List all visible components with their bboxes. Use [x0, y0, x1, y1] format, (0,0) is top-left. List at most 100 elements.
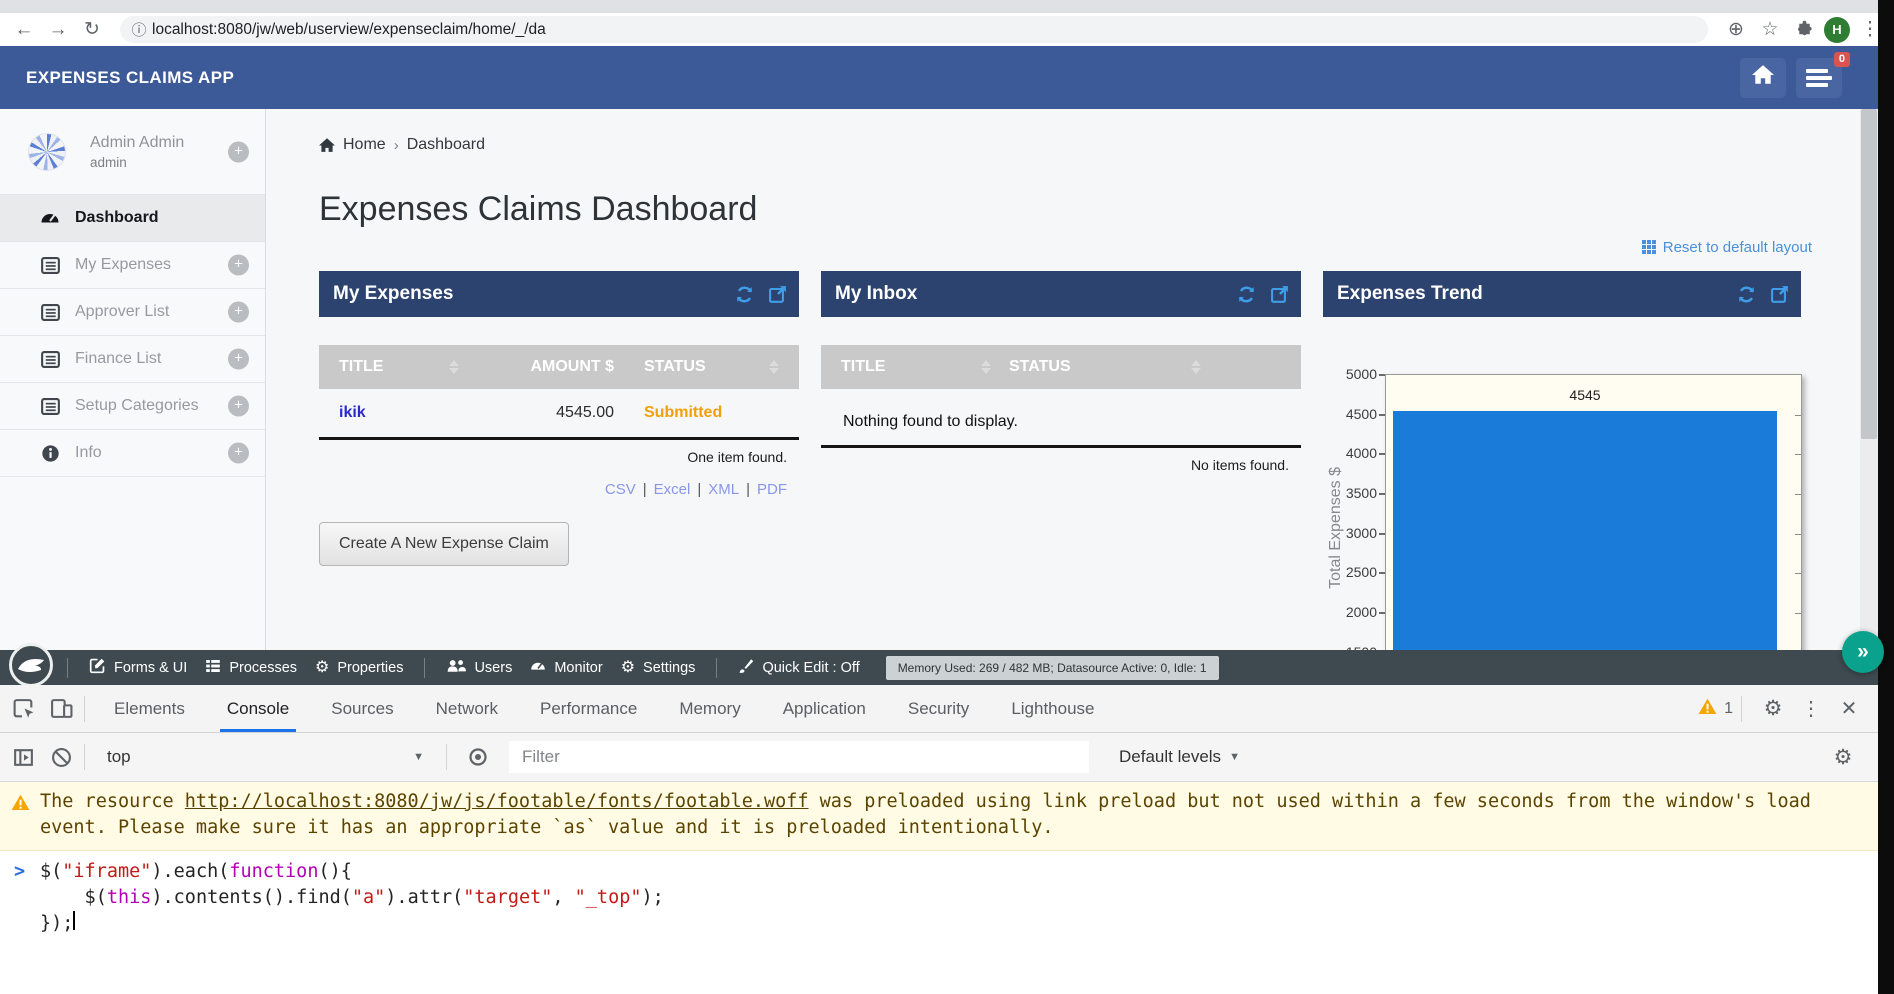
text-cursor: [73, 911, 75, 930]
plus-circle-icon[interactable]: +: [228, 396, 249, 417]
plus-circle-icon[interactable]: +: [228, 349, 249, 370]
col-amount[interactable]: AMOUNT $: [459, 358, 614, 376]
sort-icon[interactable]: [449, 360, 459, 374]
warning-resource-link[interactable]: http://localhost:8080/jw/js/footable/fon…: [185, 791, 809, 812]
open-external-icon[interactable]: [1270, 285, 1289, 304]
toolbar-forms-ui[interactable]: Forms & UI: [89, 657, 187, 678]
chevron-down-icon: ▼: [413, 751, 424, 763]
console-filter-input[interactable]: [509, 741, 1089, 773]
gear-icon: ⚙: [315, 660, 329, 676]
th-list-icon: [205, 658, 221, 678]
app-inbox-button[interactable]: 0: [1796, 58, 1842, 98]
sidebar-item-approver-list[interactable]: Approver List +: [0, 289, 265, 336]
export-pdf-link[interactable]: PDF: [757, 481, 787, 498]
toolbar-monitor[interactable]: Monitor: [530, 658, 602, 678]
page-scrollbar[interactable]: [1860, 109, 1878, 650]
clear-console-icon[interactable]: [46, 742, 76, 772]
sort-icon[interactable]: [1191, 360, 1201, 374]
log-levels-dropdown[interactable]: Default levels ▼: [1119, 747, 1240, 767]
toolbar-properties[interactable]: ⚙ Properties: [315, 660, 403, 676]
plus-circle-icon[interactable]: +: [228, 443, 249, 464]
reload-icon[interactable]: ↻: [78, 16, 106, 44]
col-status[interactable]: STATUS: [1009, 358, 1071, 376]
back-icon[interactable]: ←: [10, 16, 38, 44]
export-xml-link[interactable]: XML: [708, 481, 739, 498]
tab-console[interactable]: Console: [206, 685, 310, 732]
url-text[interactable]: localhost:8080/jw/web/userview/expensecl…: [152, 21, 546, 39]
zoom-icon[interactable]: ⊕: [1722, 16, 1750, 44]
console-input[interactable]: > $("iframe").each(function(){ $(this).c…: [0, 851, 1878, 937]
main-content: Home › Dashboard Expenses Claims Dashboa…: [266, 109, 1878, 650]
devtools-settings-icon[interactable]: ⚙: [1758, 694, 1788, 724]
export-excel-link[interactable]: Excel: [654, 481, 691, 498]
plus-circle-icon[interactable]: +: [228, 302, 249, 323]
expenses-trend-chart: Total Expenses $ 5000 4500 4000 3500 300…: [1323, 317, 1801, 650]
device-toolbar-icon[interactable]: [46, 694, 76, 724]
toolbar-users[interactable]: Users: [446, 658, 512, 677]
devtools-close-icon[interactable]: ✕: [1834, 694, 1864, 724]
open-external-icon[interactable]: [1770, 285, 1789, 304]
forward-icon[interactable]: →: [44, 16, 72, 44]
divider: [446, 744, 447, 770]
live-expression-eye-icon[interactable]: [463, 742, 493, 772]
reset-layout-link[interactable]: Reset to default layout: [319, 237, 1812, 257]
panel-title: My Inbox: [835, 283, 917, 305]
bookmark-star-icon[interactable]: ☆: [1756, 16, 1784, 44]
refresh-icon[interactable]: [735, 285, 754, 304]
toolbar-quick-edit[interactable]: Quick Edit : Off: [738, 658, 859, 678]
tab-sources[interactable]: Sources: [310, 685, 414, 732]
sort-icon[interactable]: [769, 360, 779, 374]
console-sidebar-icon[interactable]: [8, 742, 38, 772]
address-bar[interactable]: ⓘ localhost:8080/jw/web/userview/expense…: [120, 16, 1708, 43]
joget-logo-icon[interactable]: [8, 642, 54, 688]
scrollbar-thumb[interactable]: [1861, 109, 1877, 439]
expand-toolbar-button[interactable]: »: [1842, 631, 1884, 673]
create-expense-claim-button[interactable]: Create A New Expense Claim: [319, 522, 569, 566]
tab-network[interactable]: Network: [415, 685, 519, 732]
sidebar-profile[interactable]: Admin Admin admin +: [0, 109, 265, 195]
tick-mark: [1795, 613, 1801, 614]
tab-performance[interactable]: Performance: [519, 685, 658, 732]
sidebar-item-my-expenses[interactable]: My Expenses +: [0, 242, 265, 289]
col-title[interactable]: TITLE: [841, 358, 885, 376]
col-title[interactable]: TITLE: [339, 358, 383, 376]
sidebar-item-setup-categories[interactable]: Setup Categories +: [0, 383, 265, 430]
sidebar-item-finance-list[interactable]: Finance List +: [0, 336, 265, 383]
sidebar-item-dashboard[interactable]: Dashboard: [0, 195, 265, 242]
tab-memory[interactable]: Memory: [658, 685, 761, 732]
app-home-button[interactable]: [1740, 58, 1786, 98]
plus-circle-icon[interactable]: +: [228, 141, 249, 162]
devtools-menu-icon[interactable]: ⋮: [1796, 694, 1826, 724]
tab-lighthouse[interactable]: Lighthouse: [990, 685, 1115, 732]
breadcrumb: Home › Dashboard: [319, 136, 1812, 154]
y-tick: 5000: [1329, 366, 1377, 382]
tab-elements[interactable]: Elements: [93, 685, 206, 732]
tab-security[interactable]: Security: [887, 685, 990, 732]
expense-title-link[interactable]: ikik: [339, 404, 366, 422]
toolbar-settings[interactable]: ⚙ Settings: [621, 660, 696, 676]
toolbar-processes[interactable]: Processes: [205, 658, 297, 678]
sidebar-item-info[interactable]: Info +: [0, 430, 265, 477]
execution-context-selector[interactable]: top ▼: [93, 747, 438, 767]
inspect-element-icon[interactable]: [8, 694, 38, 724]
open-external-icon[interactable]: [768, 285, 787, 304]
export-csv-link[interactable]: CSV: [605, 481, 636, 498]
refresh-icon[interactable]: [1737, 285, 1756, 304]
page-info-icon[interactable]: ⓘ: [126, 19, 152, 40]
console-settings-icon[interactable]: ⚙: [1828, 742, 1858, 772]
tab-application[interactable]: Application: [762, 685, 887, 732]
warning-count[interactable]: 1: [1698, 698, 1733, 720]
list-icon: [40, 256, 60, 275]
extensions-puzzle-icon[interactable]: [1790, 16, 1818, 44]
table-row[interactable]: ikik 4545.00 Submitted: [319, 389, 799, 437]
breadcrumb-home[interactable]: Home: [343, 136, 386, 154]
sort-icon[interactable]: [981, 360, 991, 374]
monitor-gauge-icon: [530, 658, 546, 678]
bar-total-expenses[interactable]: [1393, 411, 1777, 650]
dashboard-panels: My Expenses TITLE: [319, 271, 1812, 650]
refresh-icon[interactable]: [1237, 285, 1256, 304]
console-toolbar: top ▼ Default levels ▼ ⚙: [0, 733, 1878, 782]
col-status[interactable]: STATUS: [644, 358, 706, 376]
browser-profile-avatar[interactable]: H: [1824, 17, 1850, 43]
plus-circle-icon[interactable]: +: [228, 255, 249, 276]
